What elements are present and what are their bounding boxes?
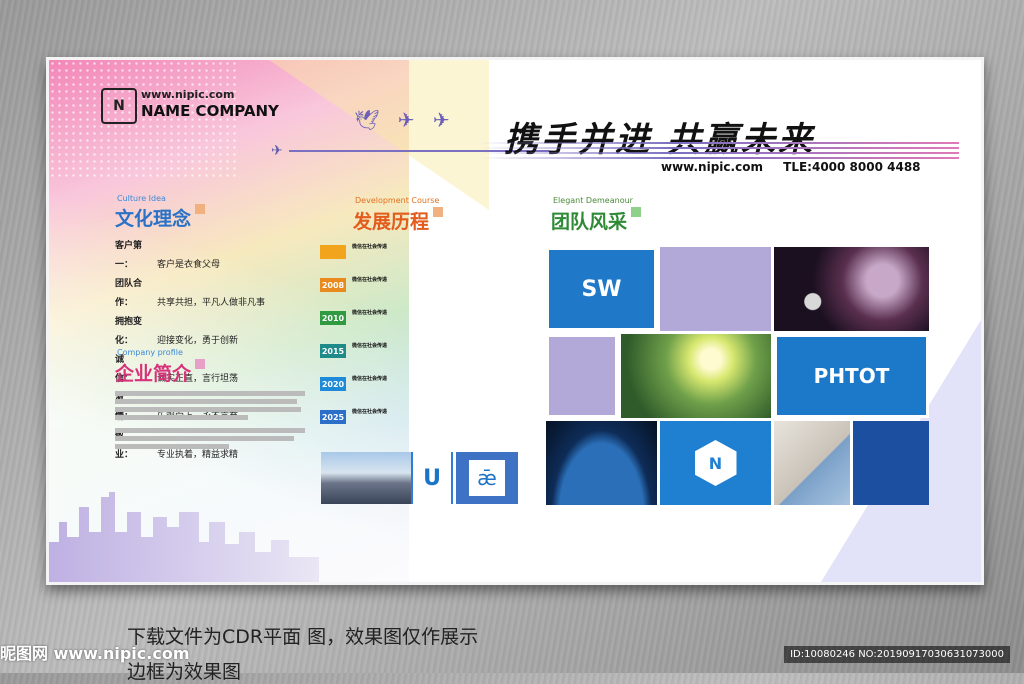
square-icon	[631, 207, 642, 217]
decor-polygon	[269, 60, 489, 210]
display-board: N www.nipic.com NAME COMPANY 🕊 ✈ ✈ ✈ 携手并…	[46, 57, 984, 585]
list-item: 拥抱变化： 迎接变化，勇于创新	[115, 317, 239, 346]
team-subtitle: Elegant Demeanour	[553, 196, 633, 205]
earth-photo	[546, 421, 657, 505]
profile-placeholder-text	[115, 388, 305, 452]
navy-tile	[853, 421, 929, 505]
airplane-icon: ✈	[271, 143, 283, 159]
e-logo-tile: ǣ	[456, 452, 518, 504]
year-tag: 2008	[320, 278, 346, 292]
development-subtitle: Development Course	[355, 196, 440, 205]
forest-photo	[621, 334, 771, 418]
space-photo	[774, 247, 929, 331]
square-icon	[195, 359, 206, 369]
city-photo	[321, 452, 411, 504]
square-icon	[433, 207, 444, 217]
sw-tile: SW	[546, 247, 657, 331]
photot-tile: PHTOT	[774, 334, 929, 418]
square-icon	[195, 204, 206, 214]
lavender-tile	[660, 247, 771, 331]
year-tag	[320, 245, 346, 259]
list-item: 客户第一： 客户是衣食父母	[115, 241, 221, 270]
year-tag: 2010	[320, 311, 346, 325]
list-item: 团队合作： 共享共担，平凡人做非凡事	[115, 279, 266, 308]
contact-url: www.nipic.com	[661, 160, 763, 174]
contact-line: www.nipic.com TLE:4000 8000 4488	[661, 160, 937, 174]
watermark: 昵图网 www.nipic.com	[0, 644, 190, 663]
culture-title: 文化理念	[115, 204, 206, 231]
logo-tile: N	[660, 421, 771, 505]
culture-subtitle: Culture Idea	[117, 194, 166, 203]
team-title: 团队风采	[551, 207, 642, 234]
office-photo	[774, 421, 850, 505]
profile-subtitle: Company profile	[117, 348, 183, 357]
halftone-dots	[49, 60, 239, 180]
site-url: www.nipic.com	[141, 88, 235, 101]
u-logo-tile: U	[413, 452, 451, 504]
year-tag: 2015	[320, 344, 346, 358]
development-title: 发展历程	[353, 207, 444, 234]
id-badge: ID:10080246 NO:20190917030631073000	[784, 646, 1010, 663]
company-name: NAME COMPANY	[141, 102, 279, 120]
profile-title: 企业简介	[115, 359, 206, 386]
hexagon-logo-icon: N	[694, 440, 737, 486]
lavender-tile	[546, 334, 618, 418]
decor-stripes	[479, 142, 959, 162]
year-tag: 2025	[320, 410, 346, 424]
year-tag: 2020	[320, 377, 346, 391]
contact-phone: TLE:4000 8000 4488	[783, 160, 921, 174]
birds-icon: 🕊 ✈ ✈	[354, 108, 456, 132]
city-skyline-icon	[49, 492, 319, 582]
company-logo-icon: N	[101, 88, 137, 124]
